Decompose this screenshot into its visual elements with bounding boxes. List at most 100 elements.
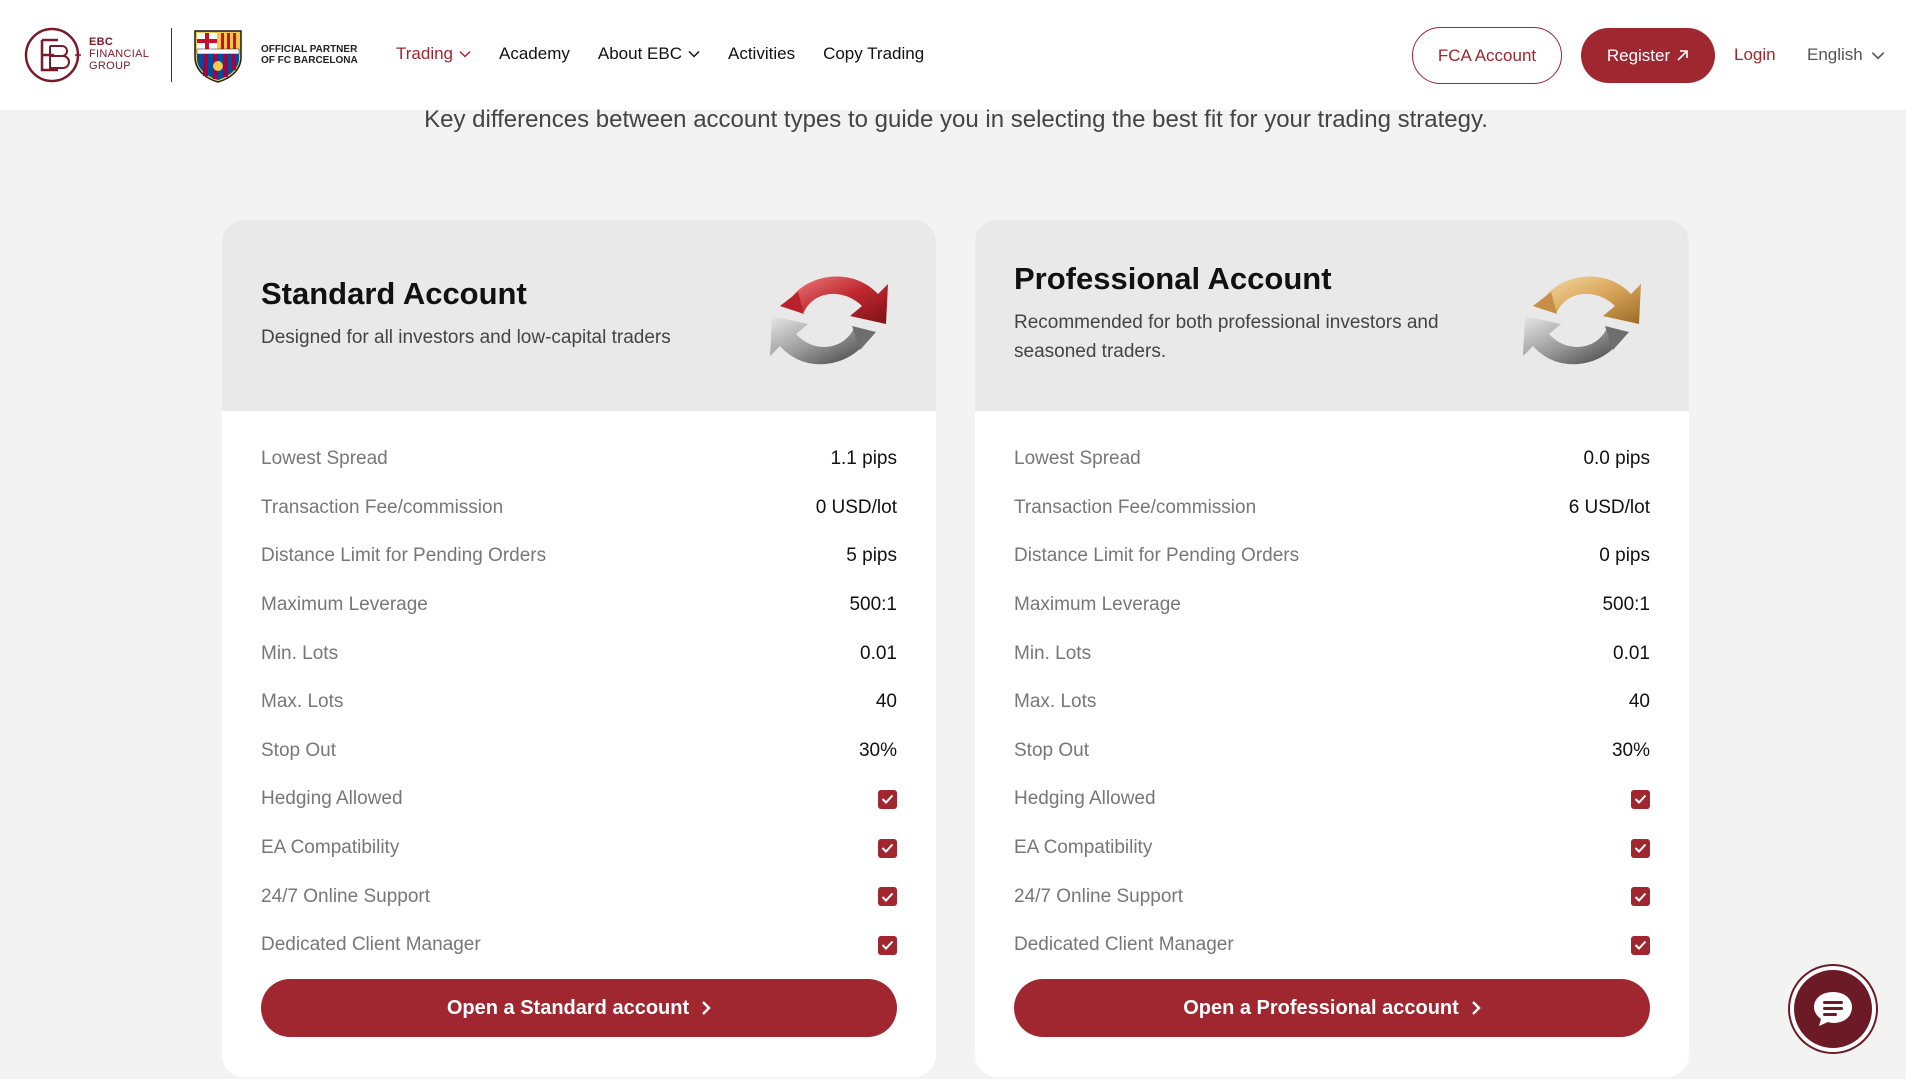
card-header: Standard Account Designed for all invest… xyxy=(222,220,936,411)
account-details: Lowest Spread 0.0 pips Transaction Fee/co… xyxy=(1014,435,1650,970)
partner-line-2: OF FC BARCELONA xyxy=(261,55,358,66)
nav-activities-label: Activities xyxy=(728,44,796,63)
site-header: EBC FINANCIAL GROUP OFFICIAL PARTNER OF … xyxy=(0,0,1906,110)
fca-account-button[interactable]: FCA Account xyxy=(1412,27,1562,84)
open-professional-label: Open a Professional account xyxy=(1183,996,1459,1019)
detail-value: 500:1 xyxy=(1602,594,1650,616)
detail-row: Maximum Leverage 500:1 xyxy=(261,581,897,630)
chevron-right-icon xyxy=(1471,1001,1481,1015)
detail-row: Lowest Spread 0.0 pips xyxy=(1014,435,1650,484)
brand-name: EBC FINANCIAL GROUP xyxy=(89,36,149,72)
feature-row: EA Compatibility xyxy=(261,824,897,873)
detail-label: Lowest Spread xyxy=(261,448,388,470)
nav-about-label: About EBC xyxy=(597,44,682,63)
detail-value: 1.1 pips xyxy=(830,448,897,470)
language-selector[interactable]: English xyxy=(1807,45,1885,65)
detail-label: Stop Out xyxy=(261,739,336,761)
detail-value: 0.01 xyxy=(860,642,897,664)
chat-bubble-icon xyxy=(1814,992,1852,1026)
card-description: Designed for all investors and low-capit… xyxy=(261,327,671,348)
open-professional-account-button[interactable]: Open a Professional account xyxy=(1014,979,1650,1037)
open-standard-account-button[interactable]: Open a Standard account xyxy=(261,979,897,1037)
feature-label: 24/7 Online Support xyxy=(1014,885,1184,907)
detail-value: 500:1 xyxy=(849,594,897,616)
card-header: Professional Account Recommended for bot… xyxy=(975,220,1689,411)
detail-row: Stop Out 30% xyxy=(1014,727,1650,776)
feature-label: EA Compatibility xyxy=(261,837,400,859)
refresh-arrows-red-icon xyxy=(770,276,888,365)
register-button[interactable]: Register xyxy=(1581,28,1715,83)
detail-row: Distance Limit for Pending Orders 5 pips xyxy=(261,532,897,581)
feature-label: 24/7 Online Support xyxy=(261,885,431,907)
detail-row: Min. Lots 0.01 xyxy=(1014,629,1650,678)
nav-academy-label: Academy xyxy=(499,44,570,63)
open-standard-label: Open a Standard account xyxy=(446,996,690,1019)
checkbox-checked-icon xyxy=(878,838,897,858)
chat-button[interactable] xyxy=(1790,966,1876,1052)
nav-academy[interactable]: Academy xyxy=(499,44,570,64)
register-label: Register xyxy=(1606,45,1671,65)
checkbox-checked-icon xyxy=(1631,789,1650,809)
detail-row: Stop Out 30% xyxy=(261,727,897,776)
nav-activities[interactable]: Activities xyxy=(728,44,795,64)
fc-barcelona-crest-icon xyxy=(194,30,242,83)
detail-value: 0.01 xyxy=(1613,642,1650,664)
detail-label: Min. Lots xyxy=(261,642,339,664)
detail-label: Maximum Leverage xyxy=(261,594,428,616)
detail-value: 30% xyxy=(1611,739,1650,761)
brand-line-3: GROUP xyxy=(89,60,131,72)
login-link[interactable]: Login xyxy=(1734,45,1776,65)
chevron-down-icon xyxy=(688,50,700,58)
professional-account-card: Professional Account Recommended for bot… xyxy=(975,220,1689,1077)
detail-label: Min. Lots xyxy=(1014,642,1092,664)
detail-label: Distance Limit for Pending Orders xyxy=(261,545,547,567)
detail-value: 40 xyxy=(1628,691,1650,713)
checkbox-checked-icon xyxy=(1631,838,1650,858)
feature-label: Dedicated Client Manager xyxy=(261,934,481,956)
nav-trading[interactable]: Trading xyxy=(396,44,471,64)
brand-line-1: EBC xyxy=(89,36,114,48)
detail-row: Max. Lots 40 xyxy=(1014,678,1650,727)
feature-label: Dedicated Client Manager xyxy=(1014,934,1234,956)
checkbox-checked-icon xyxy=(1631,935,1650,955)
nav-trading-label: Trading xyxy=(396,44,454,63)
section-subtitle: Key differences between account types to… xyxy=(424,106,1488,133)
card-description: Recommended for both professional invest… xyxy=(1014,312,1439,362)
detail-value: 6 USD/lot xyxy=(1568,496,1650,518)
checkbox-checked-icon xyxy=(878,935,897,955)
nav-about[interactable]: About EBC xyxy=(598,44,700,64)
main-nav: Trading Academy About EBC Activities Cop… xyxy=(396,44,924,64)
feature-row: Hedging Allowed xyxy=(1014,775,1650,824)
standard-account-card: Standard Account Designed for all invest… xyxy=(222,220,936,1077)
detail-row: Transaction Fee/commission 0 USD/lot xyxy=(261,484,897,533)
detail-label: Max. Lots xyxy=(261,691,344,713)
detail-label: Transaction Fee/commission xyxy=(261,496,504,518)
card-title: Standard Account xyxy=(261,276,527,311)
refresh-arrows-gold-icon xyxy=(1523,276,1641,365)
card-title: Professional Account xyxy=(1014,261,1332,296)
checkbox-checked-icon xyxy=(1631,887,1650,907)
detail-value: 0.0 pips xyxy=(1583,448,1650,470)
feature-label: Hedging Allowed xyxy=(1014,788,1156,810)
nav-copy-trading[interactable]: Copy Trading xyxy=(823,44,924,64)
ebc-logo-icon[interactable] xyxy=(24,26,84,84)
feature-row: Dedicated Client Manager xyxy=(261,921,897,970)
brand-line-2: FINANCIAL xyxy=(89,48,150,60)
feature-row: EA Compatibility xyxy=(1014,824,1650,873)
detail-label: Transaction Fee/commission xyxy=(1014,496,1257,518)
partner-text: OFFICIAL PARTNER OF FC BARCELONA xyxy=(261,44,358,66)
detail-value: 40 xyxy=(875,691,897,713)
detail-row: Maximum Leverage 500:1 xyxy=(1014,581,1650,630)
detail-value: 0 pips xyxy=(1599,545,1650,567)
detail-row: Distance Limit for Pending Orders 0 pips xyxy=(1014,532,1650,581)
detail-label: Max. Lots xyxy=(1014,691,1097,713)
logo-divider xyxy=(171,28,172,82)
feature-row: 24/7 Online Support xyxy=(1014,872,1650,921)
checkbox-checked-icon xyxy=(878,789,897,809)
detail-value: 30% xyxy=(858,739,897,761)
detail-label: Distance Limit for Pending Orders xyxy=(1014,545,1300,567)
chevron-down-icon xyxy=(1871,51,1884,60)
checkbox-checked-icon xyxy=(878,887,897,907)
detail-value: 5 pips xyxy=(846,545,897,567)
language-label: English xyxy=(1807,45,1863,64)
